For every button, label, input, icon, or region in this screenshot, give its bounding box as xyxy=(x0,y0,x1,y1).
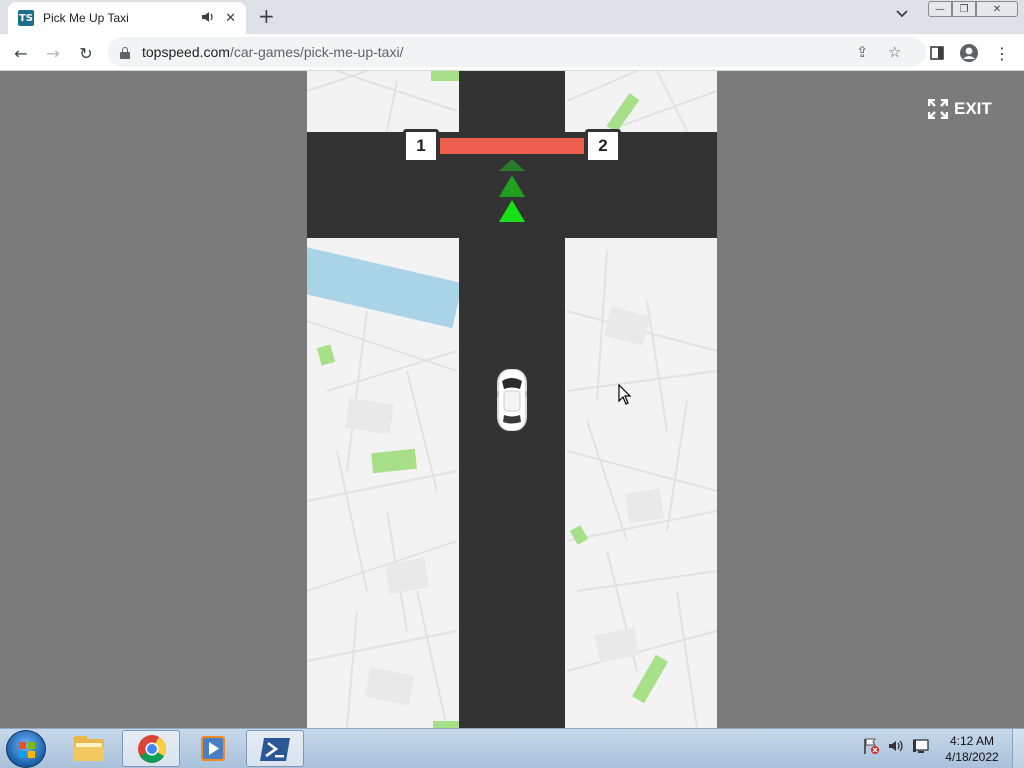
clock-date: 4/18/2022 xyxy=(945,750,999,764)
media-player-icon xyxy=(201,736,225,761)
display-icon[interactable] xyxy=(912,737,930,755)
exit-label: EXIT xyxy=(954,99,992,118)
tab-strip: TS Pick Me Up Taxi ✕ + — ❐ ✕ xyxy=(0,0,1024,34)
lock-icon[interactable] xyxy=(120,46,130,59)
new-tab-button[interactable]: + xyxy=(258,4,275,28)
start-button[interactable] xyxy=(6,730,46,768)
direction-arrow-icon xyxy=(499,175,525,197)
chrome-menu-icon[interactable]: ⋮ xyxy=(989,40,1015,66)
tab-audio-icon[interactable] xyxy=(201,11,215,26)
taskbar-media-player-button[interactable] xyxy=(184,730,242,767)
browser-toolbar: ← → ↻ topspeed.com/car-games/pick-me-up-… xyxy=(0,34,1024,71)
taskbar-clock[interactable]: 4:12 AM 4/18/2022 xyxy=(940,733,1004,765)
windows-taskbar: 4:12 AM 4/18/2022 xyxy=(0,728,1024,768)
back-button[interactable]: ← xyxy=(8,40,34,66)
window-close-button[interactable]: ✕ xyxy=(976,1,1018,17)
url-text[interactable]: topspeed.com/car-games/pick-me-up-taxi/ xyxy=(142,44,403,60)
network-flag-icon[interactable] xyxy=(862,737,880,755)
site-favicon-icon: TS xyxy=(18,10,34,26)
direction-arrow-icon xyxy=(499,159,525,171)
taskbar-explorer-button[interactable] xyxy=(60,730,118,767)
window-minimize-button[interactable]: — xyxy=(928,1,952,17)
park-area xyxy=(431,71,459,81)
share-icon[interactable]: ⇪ xyxy=(856,43,869,61)
clock-time: 4:12 AM xyxy=(949,734,995,748)
progress-start-node: 1 xyxy=(403,129,439,163)
address-bar[interactable]: topspeed.com/car-games/pick-me-up-taxi/ … xyxy=(108,37,926,67)
powershell-icon xyxy=(260,738,290,761)
park-area xyxy=(433,721,459,728)
window-restore-button[interactable]: ❐ xyxy=(952,1,976,17)
url-path: /car-games/pick-me-up-taxi/ xyxy=(229,44,404,60)
windows-explorer-icon xyxy=(74,736,104,761)
taskbar-chrome-button[interactable] xyxy=(122,730,180,767)
side-panel-icon[interactable] xyxy=(924,40,950,66)
browser-tab[interactable]: TS Pick Me Up Taxi ✕ xyxy=(8,2,246,34)
mouse-cursor-icon xyxy=(618,384,632,405)
exit-fullscreen-button[interactable]: EXIT xyxy=(928,99,992,119)
show-desktop-button[interactable] xyxy=(1012,729,1024,768)
progress-track xyxy=(437,135,587,157)
bookmark-star-icon[interactable]: ☆ xyxy=(888,43,901,61)
game-canvas[interactable]: 1 2 xyxy=(307,71,717,728)
page-content: 1 2 EXIT xyxy=(0,71,1024,728)
direction-arrow-icon xyxy=(499,200,525,222)
tab-close-icon[interactable]: ✕ xyxy=(225,11,236,26)
profile-avatar-icon[interactable] xyxy=(956,40,982,66)
forward-button[interactable]: → xyxy=(40,40,66,66)
chrome-icon xyxy=(138,735,166,763)
expand-icon xyxy=(928,99,948,119)
tab-title: Pick Me Up Taxi xyxy=(43,11,129,25)
taskbar-powershell-button[interactable] xyxy=(246,730,304,767)
windows-logo-icon xyxy=(19,742,35,758)
reload-button[interactable]: ↻ xyxy=(73,40,99,66)
volume-icon[interactable] xyxy=(887,737,905,755)
url-domain: topspeed.com xyxy=(142,44,230,60)
tab-search-chevron-icon[interactable] xyxy=(896,7,908,21)
progress-fill xyxy=(440,138,584,154)
progress-end-node: 2 xyxy=(585,129,621,163)
system-tray xyxy=(862,737,930,755)
taxi-car-icon[interactable] xyxy=(495,367,529,433)
